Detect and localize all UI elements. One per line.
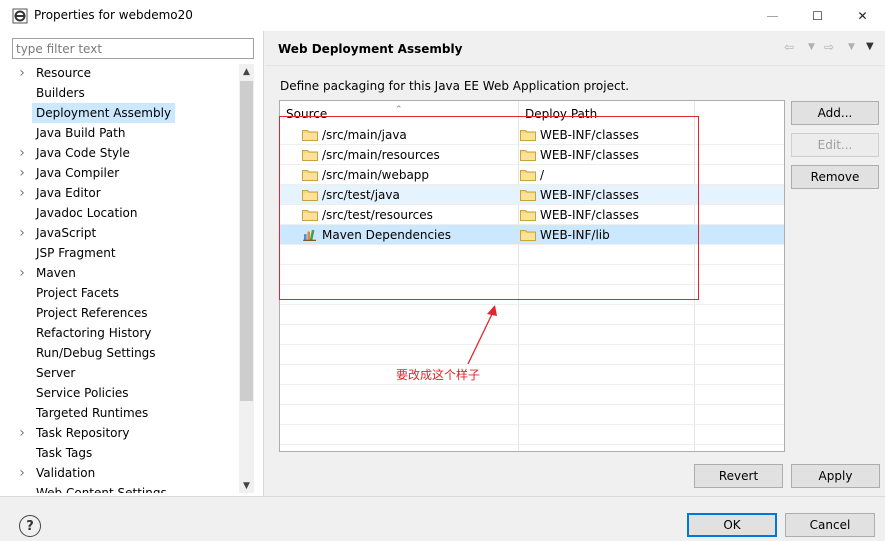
annotation-text: 要改成这个样子: [396, 368, 481, 382]
title-bar: Properties for webdemo20 — ☐ ✕: [0, 0, 885, 31]
tree-item-label: JavaScript: [36, 226, 97, 240]
tree-item[interactable]: › JavaScript: [12, 223, 239, 243]
close-button[interactable]: ✕: [840, 0, 885, 31]
tree-item-label: Java Build Path: [36, 126, 126, 140]
property-tree: › Resource Builders Deployment Assembly Java…: [12, 63, 239, 493]
tree-item-label: Validation: [36, 466, 96, 480]
window-title: Properties for webdemo20: [34, 8, 193, 22]
tree-item-label: Java Code Style: [36, 146, 130, 160]
property-pages-pane: › Resource Builders Deployment Assembly Java…: [0, 31, 264, 496]
tree-item[interactable]: Targeted Runtimes: [12, 403, 239, 423]
header-separator: [265, 65, 885, 66]
tree-item[interactable]: Builders: [12, 83, 239, 103]
tree-item[interactable]: Javadoc Location: [12, 203, 239, 223]
tree-item-label: Refactoring History: [36, 326, 152, 340]
tree-item[interactable]: Java Build Path: [12, 123, 239, 143]
annotation-highlight-box: [279, 116, 699, 300]
tree-item[interactable]: › Java Code Style: [12, 143, 239, 163]
forward-arrow-icon[interactable]: ⇨: [824, 40, 834, 54]
tree-scrollbar[interactable]: ▲ ▼: [239, 64, 254, 493]
add-button[interactable]: Add...: [791, 101, 879, 125]
expand-chevron-icon[interactable]: ›: [12, 65, 32, 81]
column-header-empty: [694, 101, 784, 125]
ok-button[interactable]: OK: [687, 513, 777, 537]
tree-item[interactable]: Project References: [12, 303, 239, 323]
remove-button[interactable]: Remove: [791, 165, 879, 189]
page-navigation: ⇦ ▼ ⇨ ▼ ▼: [780, 40, 880, 58]
annotation-arrow-icon: [467, 305, 497, 365]
tree-item-label: Task Tags: [36, 446, 93, 460]
empty-table-row: [280, 385, 784, 405]
empty-table-row: [280, 325, 784, 345]
page-description: Define packaging for this Java EE Web Ap…: [280, 79, 630, 93]
expand-chevron-icon[interactable]: ›: [12, 165, 32, 181]
empty-table-row: [280, 425, 784, 445]
empty-table-row: [280, 365, 784, 385]
expand-chevron-icon[interactable]: ›: [12, 225, 32, 241]
tree-item-label: Service Policies: [36, 386, 129, 400]
tree-item-label: Web Content Settings: [36, 486, 167, 493]
apply-button[interactable]: Apply: [791, 464, 880, 488]
revert-button[interactable]: Revert: [694, 464, 783, 488]
tree-item[interactable]: › Java Compiler: [12, 163, 239, 183]
tree-item-label: Run/Debug Settings: [36, 346, 156, 360]
tree-item[interactable]: › Task Repository: [12, 423, 239, 443]
expand-chevron-icon[interactable]: ›: [12, 425, 32, 441]
expand-chevron-icon[interactable]: ›: [12, 465, 32, 481]
tree-item-label: Project References: [36, 306, 148, 320]
tree-item[interactable]: Refactoring History: [12, 323, 239, 343]
tree-item[interactable]: Run/Debug Settings: [12, 343, 239, 363]
tree-item[interactable]: › Java Editor: [12, 183, 239, 203]
eclipse-app-icon: [12, 8, 28, 24]
expand-chevron-icon[interactable]: ›: [12, 145, 32, 161]
page-title: Web Deployment Assembly: [278, 42, 463, 56]
help-icon[interactable]: ?: [19, 515, 41, 537]
forward-dropdown-icon[interactable]: ▼: [848, 42, 855, 52]
tree-item-label: Maven: [36, 266, 76, 280]
empty-table-row: [280, 405, 784, 425]
tree-item-label: Javadoc Location: [36, 206, 138, 220]
maximize-button[interactable]: ☐: [795, 0, 840, 31]
tree-item[interactable]: Deployment Assembly: [12, 103, 239, 123]
back-arrow-icon[interactable]: ⇦: [784, 40, 794, 54]
cancel-button[interactable]: Cancel: [785, 513, 875, 537]
tree-item[interactable]: › Resource: [12, 63, 239, 83]
tree-item-label: Java Compiler: [36, 166, 120, 180]
empty-table-row: [280, 305, 784, 325]
tree-item[interactable]: Project Facets: [12, 283, 239, 303]
scroll-up-arrow-icon[interactable]: ▲: [239, 64, 254, 79]
tree-item-label: Project Facets: [36, 286, 119, 300]
tree-item[interactable]: Service Policies: [12, 383, 239, 403]
bottom-separator: [0, 496, 885, 497]
tree-item-label: JSP Fragment: [36, 246, 116, 260]
tree-item[interactable]: › Validation: [12, 463, 239, 483]
expand-chevron-icon[interactable]: ›: [12, 265, 32, 281]
tree-item-label: Resource: [36, 66, 92, 80]
expand-chevron-icon[interactable]: ›: [12, 185, 32, 201]
tree-item-label: Builders: [36, 86, 85, 100]
tree-item[interactable]: Web Content Settings: [12, 483, 239, 493]
scroll-thumb[interactable]: [240, 81, 253, 401]
tree-item[interactable]: JSP Fragment: [12, 243, 239, 263]
edit-button[interactable]: Edit...: [791, 133, 879, 157]
tree-item-label: Java Editor: [36, 186, 101, 200]
empty-table-row: [280, 345, 784, 365]
tree-item[interactable]: Task Tags: [12, 443, 239, 463]
filter-input[interactable]: [12, 38, 254, 59]
tree-item-label: Task Repository: [36, 426, 130, 440]
tree-item-label: Targeted Runtimes: [36, 406, 149, 420]
back-dropdown-icon[interactable]: ▼: [808, 42, 815, 52]
tree-item-label: Server: [36, 366, 76, 380]
scroll-down-arrow-icon[interactable]: ▼: [239, 478, 254, 493]
view-menu-icon[interactable]: ▼: [866, 41, 874, 52]
tree-item-label: Deployment Assembly: [32, 103, 176, 123]
minimize-button[interactable]: —: [750, 0, 795, 31]
tree-item[interactable]: › Maven: [12, 263, 239, 283]
tree-item[interactable]: Server: [12, 363, 239, 383]
